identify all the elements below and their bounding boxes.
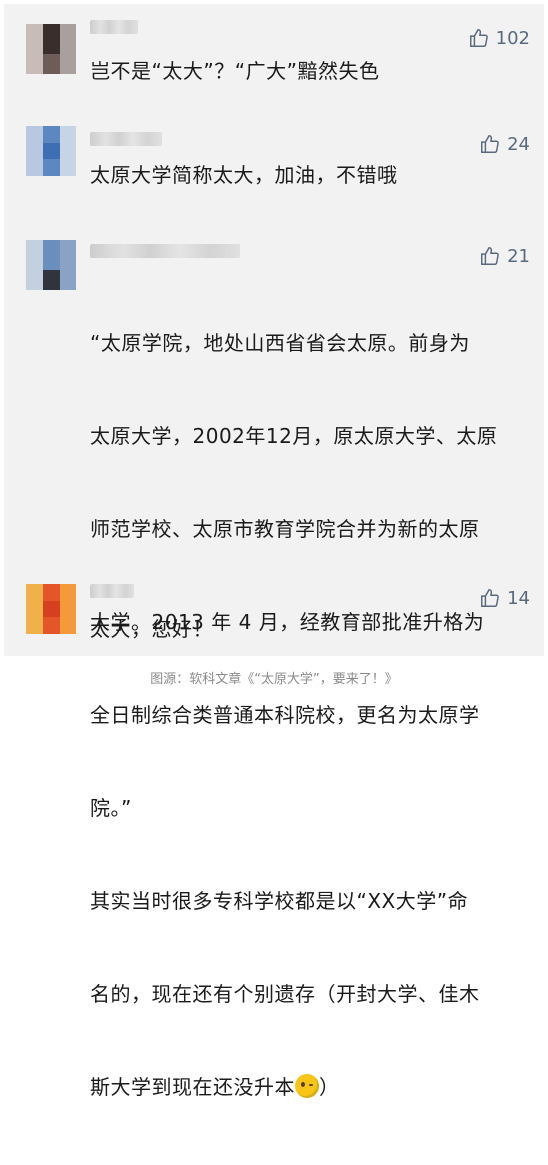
avatar[interactable] [26, 126, 76, 176]
thumbs-up-icon [481, 135, 499, 153]
comment-text: 太大，您好！ [90, 617, 213, 641]
comment-line: 其实当时很多专科学校都是以“XX大学”命 [90, 889, 469, 913]
wink-emoji-icon [295, 1074, 319, 1098]
comment-text-block: “太原学院，地处山西省省会太原。前身为 太原大学，2002年12月，原太原大学、… [90, 266, 532, 1165]
comment-text: 太原大学简称太大，加油，不错哦 [90, 163, 398, 187]
like-button[interactable]: 102 [468, 26, 530, 50]
avatar[interactable] [26, 240, 76, 290]
thumbs-up-icon [469, 29, 488, 47]
like-count: 102 [495, 27, 530, 49]
image-caption: 图源：软科文章《“太原大学”，要来了！》 [150, 672, 398, 687]
avatar[interactable] [26, 584, 76, 634]
username-blurred[interactable] [90, 244, 240, 258]
comment-line: 院。” [90, 796, 132, 820]
comment-line: “太原学院，地处山西省省会太原。前身为 [90, 331, 470, 355]
comment-line: 太原大学，2002年12月，原太原大学、太原 [90, 424, 498, 448]
comment-line: 全日制综合类普通本科院校，更名为太原学 [90, 703, 480, 727]
avatar[interactable] [26, 24, 76, 74]
comment-line-last: 斯大学到现在还没升本 ） [90, 1072, 532, 1103]
thumbs-up-icon [481, 247, 499, 265]
like-count: 24 [507, 133, 530, 155]
comment-line: 斯大学到现在还没升本 [90, 1075, 295, 1099]
username-blurred[interactable] [90, 20, 138, 34]
like-count: 21 [507, 245, 530, 267]
comment-text: 岂不是“太大”？“广大”黯然失色 [90, 59, 380, 83]
like-button[interactable]: 24 [479, 132, 530, 156]
comment-line-tail: ） [319, 1075, 340, 1099]
comment-line: 师范学校、太原市教育学院合并为新的太原 [90, 517, 480, 541]
username-blurred[interactable] [90, 584, 134, 598]
thumbs-up-icon [481, 589, 499, 607]
like-button[interactable]: 21 [479, 244, 530, 268]
like-count: 14 [507, 587, 530, 609]
username-blurred[interactable] [90, 132, 162, 146]
comment-list: 102 岂不是“太大”？“广大”黯然失色 24 太原大学简称太大，加油，不错哦 [4, 4, 544, 1099]
comment-line: 名的，现在还有个别遗存（开封大学、佳木 [90, 982, 480, 1006]
like-button[interactable]: 14 [479, 586, 530, 610]
